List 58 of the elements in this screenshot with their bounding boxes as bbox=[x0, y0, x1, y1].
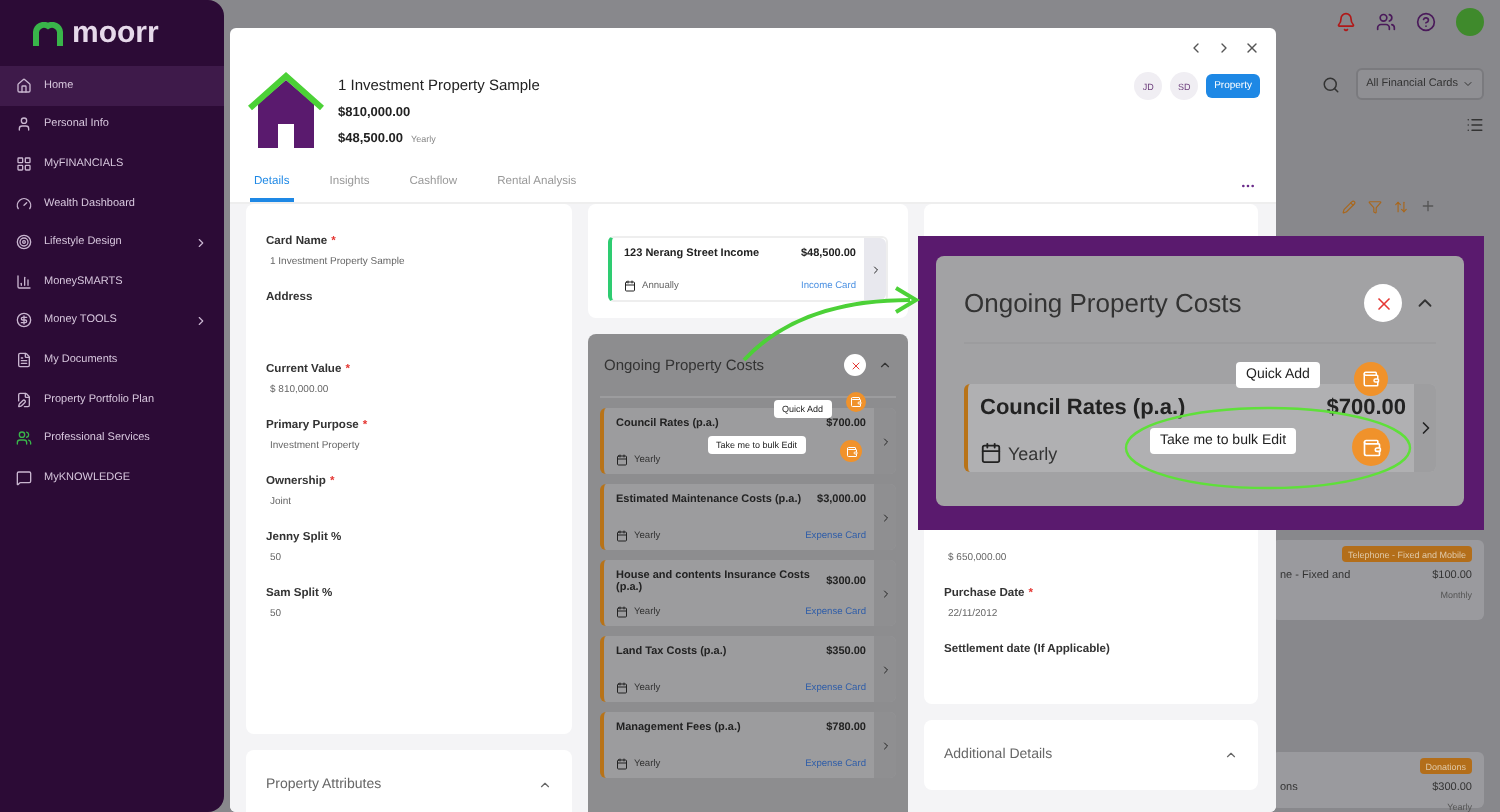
next-icon bbox=[1216, 40, 1232, 56]
section-title: Ongoing Property Costs bbox=[964, 288, 1244, 318]
wallet-icon bbox=[845, 445, 857, 457]
close-button[interactable] bbox=[844, 354, 866, 376]
calendar-icon bbox=[616, 682, 628, 694]
close-icon bbox=[1373, 293, 1393, 313]
expense-amount: $700.00 bbox=[1326, 396, 1406, 420]
list-icon bbox=[1466, 116, 1484, 134]
chevron-up-icon bbox=[1224, 748, 1238, 762]
quick-add-button[interactable] bbox=[1354, 362, 1388, 396]
calendar-icon bbox=[616, 758, 628, 770]
wallet-icon bbox=[850, 396, 862, 408]
document-icon bbox=[16, 351, 32, 368]
logo-text: moorr bbox=[72, 16, 159, 50]
bell-icon bbox=[1336, 12, 1356, 32]
close-button[interactable] bbox=[1364, 284, 1402, 322]
people-icon bbox=[16, 430, 32, 447]
pencil-icon bbox=[1342, 199, 1356, 213]
logo-icon bbox=[32, 21, 64, 45]
chevron-right-icon bbox=[194, 235, 208, 250]
sort-icon bbox=[1394, 199, 1408, 213]
previous-icon bbox=[1188, 40, 1204, 56]
close-icon bbox=[849, 359, 861, 371]
chat-icon bbox=[16, 469, 32, 486]
filter-icon bbox=[1368, 199, 1382, 213]
help-icon bbox=[1416, 12, 1436, 32]
calendar-icon bbox=[980, 442, 1002, 464]
people-icon bbox=[1376, 12, 1396, 32]
chevron-right-icon bbox=[879, 663, 891, 675]
chevron-up-icon bbox=[878, 358, 892, 372]
wallet-icon bbox=[1362, 370, 1380, 388]
grid-icon bbox=[16, 155, 32, 172]
gauge-icon bbox=[16, 195, 32, 212]
calendar-icon bbox=[616, 454, 628, 466]
wallet-icon bbox=[1361, 437, 1381, 457]
chevron-up-icon bbox=[538, 778, 552, 792]
house-icon bbox=[16, 77, 32, 94]
search-icon bbox=[1322, 75, 1341, 93]
calendar-icon bbox=[624, 280, 636, 292]
chevron-right-icon bbox=[194, 313, 208, 328]
chevron-right-icon bbox=[879, 739, 891, 751]
quick-add-button[interactable] bbox=[846, 392, 866, 412]
dollar-icon bbox=[16, 312, 32, 329]
chevron-right-icon bbox=[879, 511, 891, 523]
calendar-icon bbox=[616, 606, 628, 618]
person-icon bbox=[16, 116, 32, 133]
chevron-right-icon bbox=[869, 263, 881, 275]
add-icon bbox=[1420, 198, 1436, 214]
edit-document-icon bbox=[16, 391, 32, 408]
bar-chart-icon bbox=[16, 273, 32, 290]
chevron-right-icon bbox=[879, 587, 891, 599]
expense-name: Council Rates (p.a.) bbox=[980, 396, 1186, 420]
caret-icon bbox=[1462, 78, 1474, 90]
chevron-right-icon bbox=[879, 435, 891, 447]
frequency-label: Yearly bbox=[980, 442, 1058, 464]
target-icon bbox=[16, 234, 32, 251]
calendar-icon bbox=[616, 530, 628, 542]
close-icon bbox=[1244, 40, 1260, 56]
